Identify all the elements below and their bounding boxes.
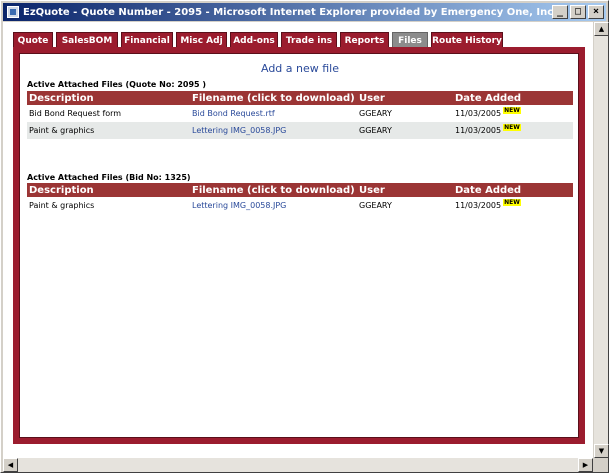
tab-salesbom[interactable]: SalesBOM <box>56 32 118 48</box>
scroll-up-button[interactable]: ▲ <box>594 22 609 36</box>
file-user: GGEARY <box>359 109 392 118</box>
column-date-added: Date Added <box>455 184 522 196</box>
new-badge: NEW <box>503 107 521 114</box>
column-filename: Filename (click to download) <box>192 92 355 104</box>
file-download-link[interactable]: Lettering IMG_0058.JPG <box>192 201 359 210</box>
file-user: GGEARY <box>359 126 392 135</box>
column-filename: Filename (click to download) <box>192 184 355 196</box>
tab-bar: Quote SalesBOM Financial Misc Adj Add-on… <box>13 32 503 48</box>
file-description: Paint & graphics <box>29 201 95 210</box>
tab-quote[interactable]: Quote <box>13 32 53 48</box>
column-user: User <box>359 92 385 104</box>
bid-files-table: Description Filename (click to download)… <box>27 183 573 214</box>
tab-financial[interactable]: Financial <box>121 32 173 48</box>
column-user: User <box>359 184 385 196</box>
tab-route-history[interactable]: Route History <box>431 32 503 48</box>
file-description: Bid Bond Request form <box>29 109 122 118</box>
file-download-link[interactable]: Lettering IMG_0058.JPG <box>192 126 359 135</box>
tab-misc-adj[interactable]: Misc Adj <box>176 32 227 48</box>
tab-add-ons[interactable]: Add-ons <box>230 32 278 48</box>
file-date: 11/03/2005 <box>455 201 502 210</box>
file-date: 11/03/2005 <box>455 109 502 118</box>
scroll-right-button[interactable]: ▶ <box>578 458 593 472</box>
tab-panel-frame: Add a new file Active Attached Files (Qu… <box>13 47 585 444</box>
table-row: Paint & graphics Lettering IMG_0058.JPG … <box>27 122 573 139</box>
column-date-added: Date Added <box>455 92 522 104</box>
new-badge: NEW <box>503 124 521 131</box>
file-user: GGEARY <box>359 201 392 210</box>
quote-files-table: Description Filename (click to download)… <box>27 91 573 139</box>
quote-files-title: Active Attached Files (Quote No: 2095 ) <box>27 80 207 89</box>
table-row: Bid Bond Request form Bid Bond Request.r… <box>27 105 573 122</box>
tab-reports[interactable]: Reports <box>340 32 389 48</box>
file-download-link[interactable]: Bid Bond Request.rtf <box>192 109 359 118</box>
scrollbar-corner <box>593 458 608 472</box>
maximize-button[interactable]: □ <box>570 5 586 19</box>
new-badge: NEW <box>503 199 521 206</box>
title-bar[interactable]: EzQuote - Quote Number - 2095 - Microsof… <box>3 3 606 21</box>
tab-trade-ins[interactable]: Trade ins <box>281 32 337 48</box>
table-header: Description Filename (click to download)… <box>27 91 573 105</box>
file-date: 11/03/2005 <box>455 126 502 135</box>
bid-files-title: Active Attached Files (Bid No: 1325) <box>27 173 191 182</box>
files-panel: Add a new file Active Attached Files (Qu… <box>19 53 579 438</box>
close-button[interactable]: × <box>588 5 604 19</box>
column-description: Description <box>29 184 94 196</box>
ie-window-icon[interactable] <box>7 6 19 18</box>
window-title: EzQuote - Quote Number - 2095 - Microsof… <box>23 6 552 18</box>
table-header: Description Filename (click to download)… <box>27 183 573 197</box>
scroll-down-button[interactable]: ▼ <box>594 444 609 458</box>
vertical-scrollbar[interactable]: ▲ ▼ <box>593 22 609 458</box>
page-content: Quote SalesBOM Financial Misc Adj Add-on… <box>3 22 593 458</box>
file-description: Paint & graphics <box>29 126 95 135</box>
column-description: Description <box>29 92 94 104</box>
horizontal-scrollbar[interactable]: ◀ ▶ <box>3 458 593 472</box>
browser-window: EzQuote - Quote Number - 2095 - Microsof… <box>0 0 609 473</box>
tab-files[interactable]: Files <box>392 32 428 48</box>
scroll-left-button[interactable]: ◀ <box>3 458 18 472</box>
table-row: Paint & graphics Lettering IMG_0058.JPG … <box>27 197 573 214</box>
minimize-button[interactable]: _ <box>552 5 568 19</box>
add-new-file-link[interactable]: Add a new file <box>20 62 580 75</box>
